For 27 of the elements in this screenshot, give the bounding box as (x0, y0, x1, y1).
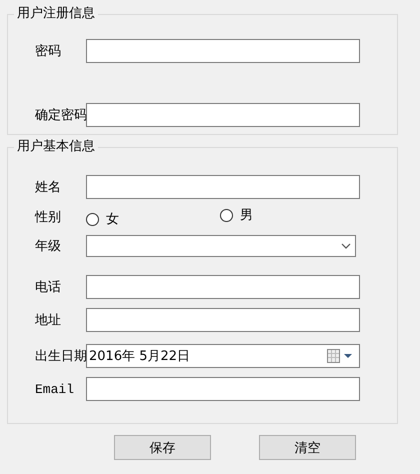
text-field[interactable] (86, 377, 360, 401)
group-title: 用户注册信息 (16, 6, 96, 22)
field-label: 姓名 (34, 179, 62, 196)
text-field[interactable] (86, 275, 360, 299)
radio-button[interactable] (220, 208, 233, 222)
field-label: 地址 (34, 312, 62, 329)
text-field[interactable] (86, 103, 360, 127)
group-title: 用户基本信息 (16, 139, 96, 155)
date-picker[interactable]: 2016年 5月22日 (86, 344, 360, 368)
date-value: 2016年 5月22日 (89, 348, 190, 365)
calendar-dropdown-icon[interactable] (327, 349, 355, 363)
radio-label: 男 (240, 207, 253, 224)
radio-button[interactable] (86, 212, 99, 226)
dropdown[interactable] (86, 235, 356, 257)
radio-label: 女 (106, 211, 119, 228)
chevron-down-icon (341, 243, 351, 249)
field-label: 电话 (34, 279, 62, 296)
field-label: 性别 (34, 209, 62, 226)
text-field[interactable] (86, 39, 360, 63)
text-field[interactable] (86, 175, 360, 199)
form-button[interactable]: 保存 (114, 435, 211, 460)
field-label: 密码 (34, 43, 62, 60)
field-label: 年级 (34, 238, 62, 255)
text-field[interactable] (86, 308, 360, 332)
field-label: Email (34, 382, 76, 396)
form-button[interactable]: 清空 (259, 435, 356, 460)
field-label: 出生日期 (34, 348, 86, 365)
